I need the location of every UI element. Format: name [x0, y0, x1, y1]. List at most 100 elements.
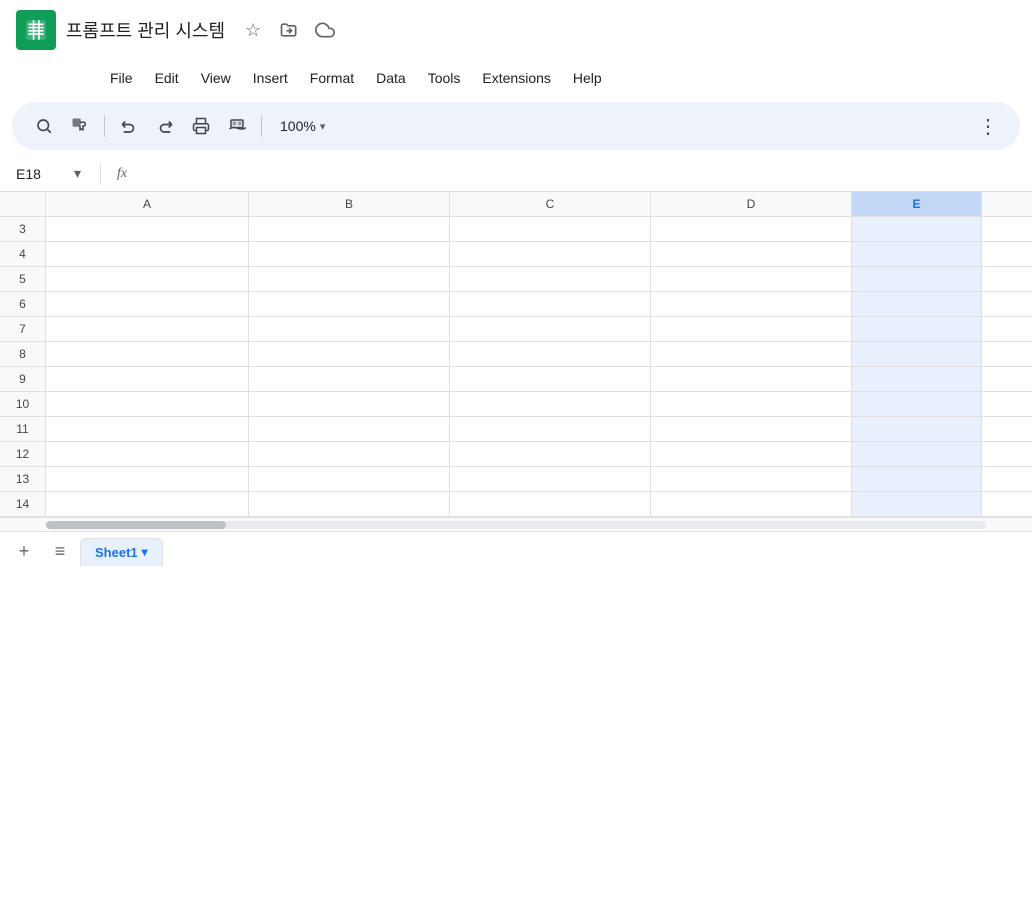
grid-cell[interactable]: [46, 442, 249, 466]
col-header-D[interactable]: D: [651, 192, 852, 216]
cell-ref-input[interactable]: [12, 164, 72, 184]
formula-input[interactable]: [143, 166, 1020, 182]
row-number[interactable]: 4: [0, 242, 46, 266]
grid-cell[interactable]: [651, 342, 852, 366]
grid-cell[interactable]: [249, 492, 450, 516]
grid-cell[interactable]: [651, 367, 852, 391]
add-sheet-button[interactable]: +: [8, 536, 40, 568]
grid-cell[interactable]: [852, 367, 982, 391]
cell-ref-dropdown[interactable]: ▾: [74, 165, 81, 182]
grid-cell[interactable]: [450, 242, 651, 266]
grid-cell[interactable]: [46, 342, 249, 366]
grid-cell[interactable]: [852, 342, 982, 366]
row-number[interactable]: 14: [0, 492, 46, 516]
cell-reference-box[interactable]: ▾: [12, 164, 92, 184]
menu-data[interactable]: Data: [366, 66, 416, 90]
grid-cell[interactable]: [46, 242, 249, 266]
zoom-control[interactable]: 100% ▾: [270, 114, 335, 138]
grid-cell[interactable]: [852, 317, 982, 341]
grid-cell[interactable]: [450, 342, 651, 366]
grid-cell[interactable]: [852, 242, 982, 266]
grid-cell[interactable]: [46, 217, 249, 241]
menu-insert[interactable]: Insert: [243, 66, 298, 90]
grid-cell[interactable]: [249, 292, 450, 316]
grid-cell[interactable]: [46, 417, 249, 441]
row-number[interactable]: 9: [0, 367, 46, 391]
format-paint-button[interactable]: [221, 110, 253, 142]
grid-cell[interactable]: [450, 267, 651, 291]
grid-cell[interactable]: [46, 367, 249, 391]
search-button[interactable]: [28, 110, 60, 142]
menu-edit[interactable]: Edit: [145, 66, 189, 90]
star-icon[interactable]: ☆: [239, 16, 267, 44]
grid-cell[interactable]: [450, 217, 651, 241]
grid-cell[interactable]: [249, 417, 450, 441]
grid-cell[interactable]: [46, 292, 249, 316]
col-header-C[interactable]: C: [450, 192, 651, 216]
grid-cell[interactable]: [651, 442, 852, 466]
menu-file[interactable]: File: [100, 66, 143, 90]
grid-cell[interactable]: [651, 242, 852, 266]
horizontal-scrollbar[interactable]: [0, 517, 1032, 531]
grid-cell[interactable]: [651, 417, 852, 441]
sheet-menu-button[interactable]: ≡: [44, 536, 76, 568]
grid-cell[interactable]: [852, 292, 982, 316]
grid-cell[interactable]: [249, 267, 450, 291]
grid-cell[interactable]: [249, 392, 450, 416]
menu-extensions[interactable]: Extensions: [472, 66, 560, 90]
undo-button[interactable]: [113, 110, 145, 142]
grid-cell[interactable]: [450, 467, 651, 491]
grid-cell[interactable]: [46, 467, 249, 491]
col-header-E[interactable]: E: [852, 192, 982, 216]
grid-cell[interactable]: [450, 492, 651, 516]
grid-cell[interactable]: [46, 267, 249, 291]
cloud-icon[interactable]: [311, 16, 339, 44]
row-number[interactable]: 10: [0, 392, 46, 416]
grid-cell[interactable]: [852, 467, 982, 491]
grid-cell[interactable]: [651, 467, 852, 491]
menu-tools[interactable]: Tools: [418, 66, 471, 90]
grid-cell[interactable]: [46, 317, 249, 341]
grid-cell[interactable]: [852, 267, 982, 291]
row-number[interactable]: 3: [0, 217, 46, 241]
grid-cell[interactable]: [651, 392, 852, 416]
grid-cell[interactable]: [651, 292, 852, 316]
grid-cell[interactable]: [450, 292, 651, 316]
row-number[interactable]: 8: [0, 342, 46, 366]
grid-cell[interactable]: [249, 317, 450, 341]
grid-cell[interactable]: [852, 217, 982, 241]
folder-move-icon[interactable]: [275, 16, 303, 44]
grid-cell[interactable]: [852, 417, 982, 441]
grid-cell[interactable]: [852, 492, 982, 516]
row-number[interactable]: 6: [0, 292, 46, 316]
grid-cell[interactable]: [450, 417, 651, 441]
row-number[interactable]: 12: [0, 442, 46, 466]
grid-cell[interactable]: [651, 217, 852, 241]
print-button[interactable]: [185, 110, 217, 142]
col-header-B[interactable]: B: [249, 192, 450, 216]
grid-cell[interactable]: [651, 317, 852, 341]
sheet-tab-arrow[interactable]: ▾: [142, 545, 148, 559]
grid-cell[interactable]: [46, 392, 249, 416]
row-number[interactable]: 5: [0, 267, 46, 291]
grid-cell[interactable]: [46, 492, 249, 516]
paint-format-button[interactable]: [64, 110, 96, 142]
grid-cell[interactable]: [249, 442, 450, 466]
grid-cell[interactable]: [249, 217, 450, 241]
toolbar-more-button[interactable]: ⋮: [972, 110, 1004, 142]
menu-view[interactable]: View: [191, 66, 241, 90]
grid-cell[interactable]: [450, 317, 651, 341]
grid-cell[interactable]: [249, 242, 450, 266]
row-number[interactable]: 7: [0, 317, 46, 341]
grid-cell[interactable]: [852, 392, 982, 416]
grid-cell[interactable]: [651, 492, 852, 516]
row-number[interactable]: 13: [0, 467, 46, 491]
grid-cell[interactable]: [651, 267, 852, 291]
grid-cell[interactable]: [852, 442, 982, 466]
scrollbar-thumb[interactable]: [46, 521, 226, 529]
menu-help[interactable]: Help: [563, 66, 612, 90]
grid-cell[interactable]: [450, 392, 651, 416]
grid-cell[interactable]: [249, 367, 450, 391]
col-header-A[interactable]: A: [46, 192, 249, 216]
grid-cell[interactable]: [249, 342, 450, 366]
